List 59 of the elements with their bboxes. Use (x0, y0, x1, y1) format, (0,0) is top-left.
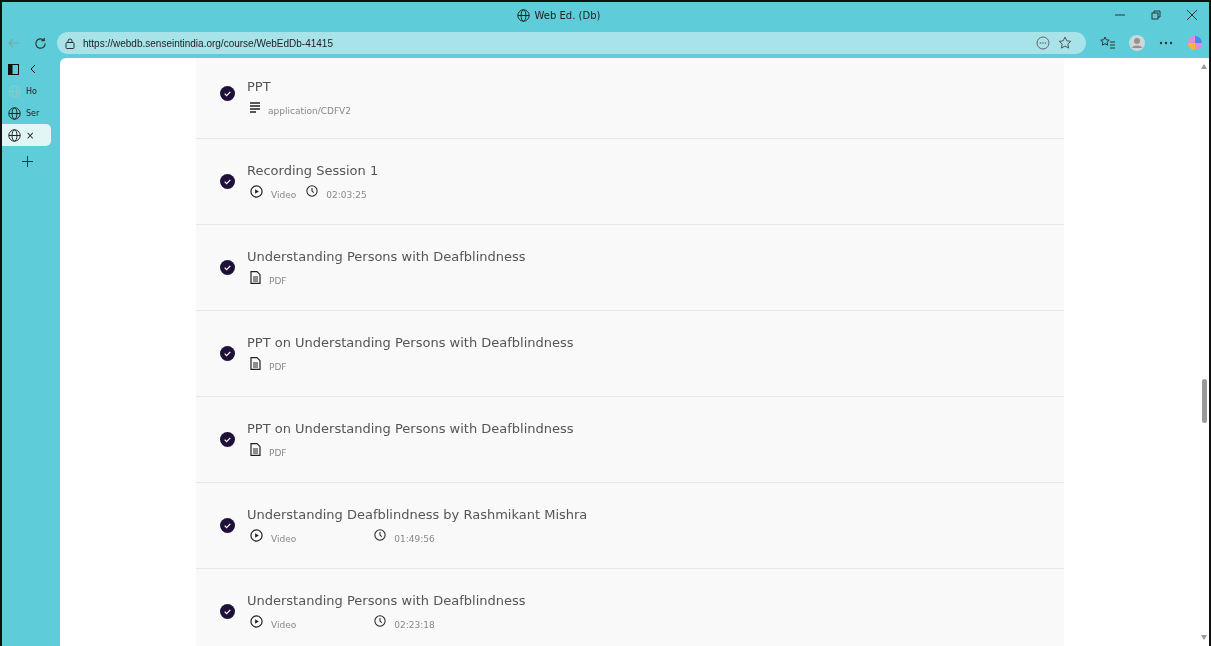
browser-tab[interactable]: Ser (2, 102, 51, 124)
restore-icon[interactable] (1151, 10, 1161, 20)
browser-tab[interactable]: Ho (2, 80, 51, 102)
more-icon[interactable] (1159, 41, 1173, 45)
favorites-icon[interactable] (1100, 36, 1115, 50)
duration: 02:03:25 (326, 190, 367, 200)
duration: 01:49:56 (394, 534, 435, 544)
play-icon (250, 184, 263, 198)
url-text: https://webdb.senseintindia.org/course/WebEdDb-41415 (83, 37, 333, 49)
clock-icon (374, 529, 387, 541)
lesson-title: Understanding Deafblindness by Rashmikant Mishra (247, 507, 588, 522)
more-circle-icon[interactable] (1036, 36, 1050, 50)
star-icon[interactable] (1058, 36, 1072, 50)
new-tab-icon[interactable] (22, 156, 33, 167)
globe-icon (8, 84, 21, 98)
scroll-down-icon[interactable] (1201, 635, 1207, 640)
scroll-up-icon[interactable] (1201, 64, 1207, 69)
lesson-row[interactable]: PPT on Understanding Persons with Deafblindness PDF (196, 311, 1064, 397)
play-icon (250, 528, 263, 542)
content-type: PDF (269, 276, 287, 286)
profile-icon[interactable] (1129, 35, 1145, 51)
lesson-title: PPT on Understanding Persons with Deafblindness (247, 421, 574, 436)
text-lines-icon (250, 101, 260, 113)
lesson-row[interactable]: Understanding Persons with Deafblindness Video 02:23:18 (196, 569, 1064, 646)
file-icon (250, 356, 261, 370)
content-type: application/CDFV2 (268, 106, 351, 116)
lesson-row[interactable]: Understanding Deafblindness by Rashmikant Mishra Video 01:49:56 (196, 483, 1064, 569)
content-type: Video (271, 620, 297, 630)
scrollbar-thumb[interactable] (1201, 379, 1207, 423)
address-bar[interactable]: https://webdb.senseintindia.org/course/WebEdDb-41415 (57, 32, 1086, 54)
tab-panel-icon[interactable] (8, 63, 19, 75)
lesson-title: Understanding Persons with Deafblindness (247, 249, 526, 264)
duration: 02:23:18 (394, 620, 435, 630)
lesson-row[interactable]: PPT application/CDFV2 (196, 58, 1064, 139)
clock-icon (374, 615, 387, 627)
lesson-title: PPT on Understanding Persons with Deafblindness (247, 335, 574, 350)
content-type: PDF (269, 362, 287, 372)
clock-icon (306, 185, 319, 197)
content-type: Video (271, 534, 297, 544)
lesson-row[interactable]: Recording Session 1 Video 02:03:25 (196, 139, 1064, 225)
globe-icon (516, 8, 530, 22)
globe-icon (8, 128, 21, 142)
collapse-icon[interactable] (29, 64, 37, 74)
window-title: Web Ed. (Db) (534, 9, 601, 21)
file-icon (250, 270, 261, 284)
lesson-title: Understanding Persons with Deafblindness (247, 593, 526, 608)
play-icon (250, 614, 263, 628)
content-type: Video (271, 190, 297, 200)
globe-icon (8, 106, 21, 120)
content-type: PDF (269, 448, 287, 458)
lesson-row[interactable]: Understanding Persons with Deafblindness PDF (196, 225, 1064, 311)
lesson-title: Recording Session 1 (247, 163, 379, 178)
lesson-row[interactable]: PPT on Understanding Persons with Deafblindness PDF (196, 397, 1064, 483)
lock-icon (65, 37, 75, 49)
lesson-title: PPT (247, 79, 272, 94)
refresh-icon[interactable] (34, 36, 47, 50)
close-icon[interactable] (1187, 10, 1197, 20)
browser-tab[interactable]: × (2, 124, 51, 146)
file-icon (250, 442, 261, 456)
